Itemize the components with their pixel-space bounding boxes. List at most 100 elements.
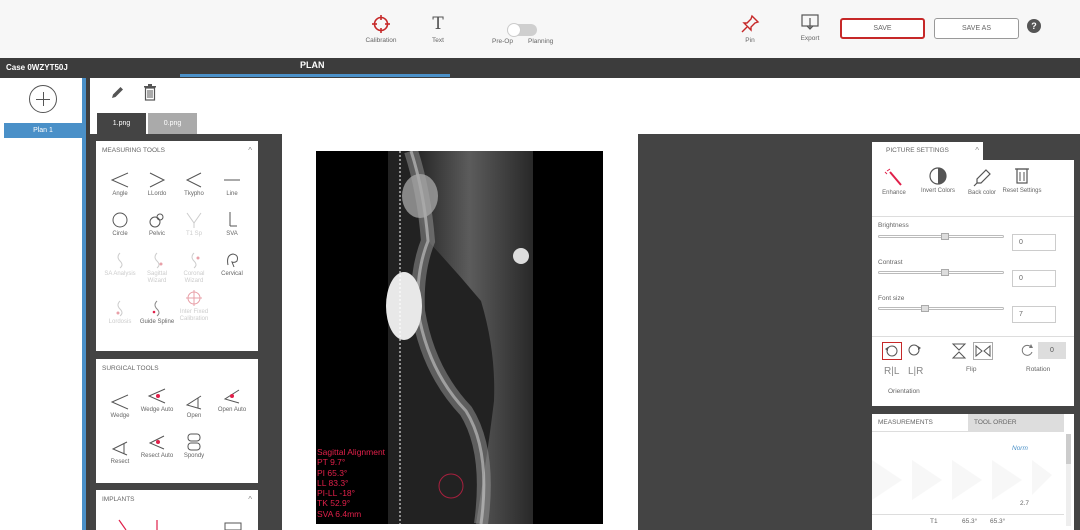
reset-settings-button[interactable]: Reset Settings <box>1002 166 1042 195</box>
collapse-caret-icon[interactable]: ^ <box>248 146 252 155</box>
tool-open-auto[interactable]: Open Auto <box>212 387 252 414</box>
contrast-input[interactable]: 0 <box>1012 270 1056 287</box>
collapse-caret-icon[interactable]: ^ <box>975 146 979 155</box>
brightness-slider[interactable] <box>878 233 1004 240</box>
tool-t1-sp[interactable]: T1 Sp <box>174 211 214 238</box>
tool-label: Spondy <box>183 453 205 459</box>
tool-sagittal-wizard[interactable]: Sagittal Wizard <box>137 251 177 285</box>
orientation-rl-button[interactable]: R|L <box>884 366 899 377</box>
tool-label: T1 Sp <box>185 231 202 237</box>
flip-horizontal-button[interactable] <box>973 342 993 360</box>
measurement-row-name: T1 <box>930 518 938 525</box>
tool-lordosis[interactable]: Lordosis <box>100 299 140 326</box>
help-icon[interactable]: ? <box>1027 19 1041 33</box>
plan-item[interactable]: Plan 1 <box>4 123 82 138</box>
calibration-button[interactable]: Calibration <box>363 14 399 44</box>
save-button[interactable]: SAVE <box>840 18 925 39</box>
tool-guide-spline[interactable]: Guide Spline <box>137 299 177 326</box>
pelvic-icon <box>149 213 164 228</box>
rotate-left-button[interactable] <box>882 342 902 360</box>
font-size-slider[interactable] <box>878 305 1004 312</box>
tool-label: Cervical <box>221 271 243 277</box>
action-label: Enhance <box>882 190 906 196</box>
brightness-input[interactable]: 0 <box>1012 234 1056 251</box>
scrollbar-thumb[interactable] <box>1066 434 1071 464</box>
slider-thumb[interactable] <box>921 305 929 312</box>
annotation-line: PI-LL -18° <box>317 488 356 499</box>
invert-colors-button[interactable]: Invert Colors <box>918 166 958 195</box>
tool-label: SVA <box>226 231 238 237</box>
cage-icon[interactable] <box>224 522 242 530</box>
annotation-line: PT 9.7° <box>317 457 346 468</box>
back-color-button[interactable]: Back color <box>962 168 1002 197</box>
invert-icon <box>929 167 947 185</box>
tab-image-1[interactable]: 1.png <box>97 113 146 134</box>
measurements-scrollbar[interactable] <box>1066 434 1071 526</box>
tool-resect[interactable]: Resect <box>100 439 140 466</box>
annotation-line: Sagittal Alignment <box>317 447 386 457</box>
llordo-icon <box>149 172 166 188</box>
export-button[interactable]: Export <box>796 12 824 42</box>
tool-wedge[interactable]: Wedge <box>100 393 140 420</box>
rod-icon[interactable] <box>151 518 165 530</box>
tool-spondy[interactable]: Spondy <box>174 433 214 460</box>
picture-settings-tab[interactable]: PICTURE SETTINGS ^ <box>872 142 983 160</box>
tool-inter-fixed-calibration[interactable]: Inter Fixed Calibration <box>174 289 214 323</box>
row-divider <box>872 514 1064 515</box>
trash-icon[interactable] <box>143 84 157 101</box>
text-button[interactable]: T Text <box>424 14 452 44</box>
action-label: Reset Settings <box>1002 188 1042 194</box>
tab-tool-order[interactable]: TOOL ORDER <box>968 414 1064 432</box>
tool-circle[interactable]: Circle <box>100 211 140 238</box>
tool-line[interactable]: Line <box>212 171 252 198</box>
wedge-auto-icon <box>147 388 166 404</box>
surgical-tools-card: SURGICAL TOOLS Wedge Wedge Auto Open Ope… <box>96 359 258 483</box>
font-size-input[interactable]: 7 <box>1012 306 1056 323</box>
tool-pelvic[interactable]: Pelvic <box>137 211 177 238</box>
surgical-tools-title: SURGICAL TOOLS <box>102 365 159 372</box>
rotation-icon <box>1021 344 1033 356</box>
tool-coronal-wizard[interactable]: Coronal Wizard <box>174 251 214 285</box>
pencil-icon[interactable] <box>110 85 125 100</box>
tab-image-0[interactable]: 0.png <box>148 113 197 134</box>
collapse-caret-icon[interactable]: ^ <box>248 495 252 504</box>
tool-cervical[interactable]: Cervical <box>212 251 252 278</box>
orientation-lr-button[interactable]: L|R <box>908 366 923 377</box>
tab-plan[interactable]: PLAN <box>300 60 325 70</box>
implants-card: IMPLANTS ^ <box>96 490 258 530</box>
measurement-row-value: 65.3° <box>962 518 978 525</box>
tab-measurements[interactable]: MEASUREMENTS <box>872 414 968 432</box>
pin-button[interactable]: Pin <box>738 14 762 44</box>
measurement-value: 2.7 <box>1020 500 1030 507</box>
tool-open[interactable]: Open <box>174 393 214 420</box>
slider-thumb[interactable] <box>941 233 949 240</box>
tool-angle[interactable]: Angle <box>100 171 140 198</box>
add-plan-button[interactable] <box>29 85 57 113</box>
flip-horizontal-icon <box>975 344 991 358</box>
tool-tkypho[interactable]: Tkypho <box>174 171 214 198</box>
tool-wedge-auto[interactable]: Wedge Auto <box>137 387 177 414</box>
pre-op-planning-toggle[interactable] <box>507 23 537 37</box>
slider-thumb[interactable] <box>941 269 949 276</box>
tool-sva[interactable]: SVA <box>212 211 252 238</box>
enhance-button[interactable]: Enhance <box>874 168 914 197</box>
case-bar: Case 0WZYT50J PLAN <box>0 58 1080 78</box>
save-as-button[interactable]: SAVE AS <box>934 18 1019 39</box>
tool-resect-auto[interactable]: Resect Auto <box>137 433 177 460</box>
tool-llordo[interactable]: LLordo <box>137 171 177 198</box>
divider <box>872 216 1074 217</box>
tool-label: Line <box>226 191 238 197</box>
rotate-right-button[interactable] <box>906 342 926 360</box>
screw-icon[interactable] <box>116 518 130 530</box>
cervical-icon <box>227 253 238 268</box>
rotation-input[interactable]: 0 <box>1038 342 1066 359</box>
coronal-wizard-icon <box>191 252 200 269</box>
tool-sa-analysis[interactable]: SA Analysis <box>100 251 140 278</box>
contrast-slider[interactable] <box>878 269 1004 276</box>
circle-icon <box>112 212 128 228</box>
export-icon <box>801 14 819 30</box>
brightness-label: Brightness <box>878 222 909 229</box>
action-label: Invert Colors <box>920 188 955 194</box>
tools-panel: MEASURING TOOLS ^ Angle LLordo Tkypho Li… <box>90 134 282 530</box>
flip-vertical-button[interactable] <box>949 342 969 360</box>
